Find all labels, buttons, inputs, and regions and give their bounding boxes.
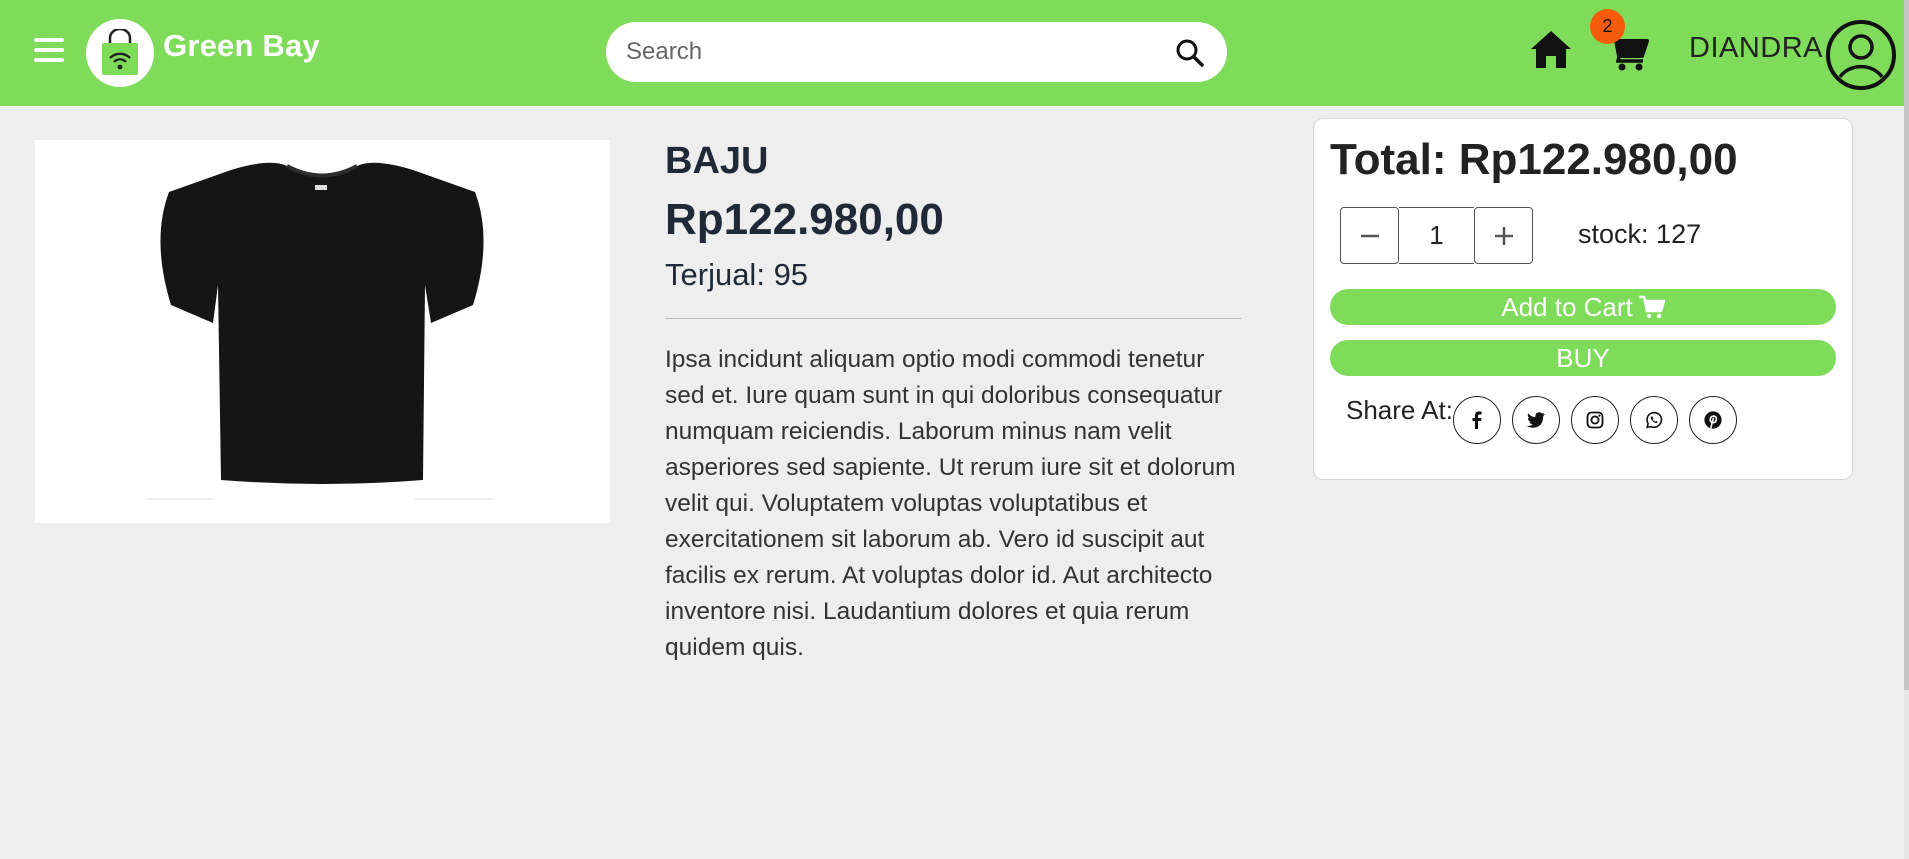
total-value: Rp122.980,00 [1458,135,1738,184]
product-image [35,140,610,523]
product-description: Ipsa incidunt aliquam optio modi commodi… [665,346,1236,661]
sold-count: Terjual: 95 [665,257,808,293]
minus-icon [1360,234,1379,237]
divider [665,318,1241,319]
search-input[interactable] [626,34,1146,70]
product-name: BAJU [665,140,769,182]
instagram-icon[interactable] [1571,396,1619,444]
page-scrollbar[interactable] [1904,0,1909,859]
navbar: Green Bay 2 DIANDRA [0,0,1904,106]
username[interactable]: DIANDRA [1689,32,1823,65]
stock-label: stock: [1578,219,1649,249]
share-icons [1453,396,1737,444]
search-icon[interactable] [1175,38,1205,68]
twitter-icon[interactable] [1512,396,1560,444]
search-bar [606,22,1227,82]
bag-logo-icon[interactable] [86,19,154,87]
user-avatar-icon[interactable] [1826,20,1896,90]
home-icon[interactable] [1529,28,1573,72]
product-price: Rp122.980,00 [665,195,944,244]
pinterest-icon[interactable] [1689,396,1737,444]
total-label: Total: [1330,135,1447,184]
buy-button[interactable]: BUY [1330,340,1836,376]
total-price: Total: Rp122.980,00 [1330,135,1738,185]
cart-icon [1638,295,1665,319]
stock-value: 127 [1656,219,1702,249]
sold-value: 95 [773,257,809,292]
increase-quantity-button[interactable] [1474,207,1533,264]
tshirt-image [35,140,610,523]
menu-icon[interactable] [34,38,64,64]
add-to-cart-button[interactable]: Add to Cart [1330,289,1836,325]
cart-count-badge: 2 [1590,9,1625,44]
order-card: Total: Rp122.980,00 stock: 127 Add to Ca… [1313,118,1853,480]
whatsapp-icon[interactable] [1630,396,1678,444]
share-label: Share At: [1346,395,1453,425]
scrollbar-thumb[interactable] [1904,0,1909,690]
add-to-cart-label: Add to Cart [1501,291,1633,322]
sold-label: Terjual: [665,257,765,292]
quantity-input[interactable] [1399,207,1474,264]
decrease-quantity-button[interactable] [1340,207,1399,264]
facebook-icon[interactable] [1453,396,1501,444]
plus-icon [1494,226,1513,245]
brand-name[interactable]: Green Bay [163,28,320,64]
stock-count: stock: 127 [1578,219,1701,250]
quantity-stepper [1340,207,1533,264]
